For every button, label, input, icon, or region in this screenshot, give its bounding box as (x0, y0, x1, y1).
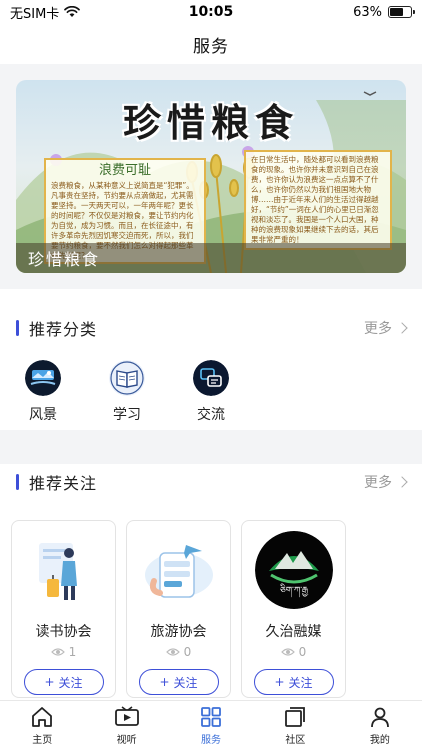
plus-icon: + (44, 675, 55, 689)
card-title: 旅游协会 (150, 624, 207, 640)
tab-services[interactable]: 服务 (169, 701, 253, 750)
category-list: 风景 学习 交流 (16, 360, 238, 424)
card-title: 读书协会 (35, 624, 92, 640)
view-count: 0 (183, 645, 192, 659)
view-count: 1 (68, 645, 77, 659)
card-views: 0 (165, 645, 192, 659)
section-title: 推荐分类 (29, 320, 98, 339)
category-item-exchange[interactable]: 交流 (184, 360, 238, 424)
eye-icon (50, 648, 65, 656)
section-title-group: 推荐关注 (16, 470, 97, 494)
chevron-right-icon (396, 476, 408, 488)
recommend-categories-header: 推荐分类 更多 (16, 316, 408, 340)
banner-carousel[interactable]: 珍惜粮食 浪费可耻 浪费粮食，从某种意义上说简直是“犯罪”。凡事贵在坚持，节约要… (16, 80, 406, 273)
follow-card-list: 读书协会 1 + 关注 旅游协会 0 + 关注 ཅིག་ཀ་རྒྱ 久治融媒 0… (11, 520, 346, 698)
category-label: 交流 (197, 407, 225, 423)
more-label: 更多 (364, 475, 392, 491)
follow-button[interactable]: + 关注 (138, 669, 219, 695)
plus-icon: + (274, 675, 285, 689)
category-item-landscape[interactable]: 风景 (16, 360, 70, 424)
category-label: 学习 (113, 407, 141, 423)
section-title-group: 推荐分类 (16, 316, 97, 340)
follow-label: 关注 (173, 675, 198, 690)
navigation-bar: 服务 (0, 24, 422, 64)
banner-note-heading: 浪费可耻 (98, 163, 151, 178)
battery-icon (387, 6, 415, 18)
card-views: 1 (50, 645, 77, 659)
grid-icon (201, 707, 221, 727)
follow-button[interactable]: + 关注 (23, 669, 104, 695)
book-icon (109, 360, 145, 396)
page-title: 服务 (193, 36, 229, 57)
eye-icon (280, 648, 295, 656)
battery-level (389, 8, 403, 16)
accent-bar (16, 474, 19, 490)
recommend-follow-header: 推荐关注 更多 (16, 470, 408, 494)
follow-card-jiuzhi-media[interactable]: ཅིག་ཀ་རྒྱ 久治融媒 0 + 关注 (241, 520, 346, 698)
status-time: 10:05 (188, 4, 234, 20)
jiuzhi-media-logo: ཅིག་ཀ་རྒྱ (254, 531, 333, 609)
tab-profile[interactable]: 我的 (338, 701, 422, 750)
accent-bar (16, 320, 19, 336)
follow-label: 关注 (288, 675, 313, 690)
status-right: 63% (292, 4, 415, 20)
plus-icon: + (159, 675, 170, 689)
more-categories-link[interactable]: 更多 (364, 318, 408, 338)
category-label: 风景 (29, 407, 57, 423)
tab-label: 视听 (116, 735, 137, 746)
travel-booking-illustration (139, 531, 218, 609)
status-left: 无SIM卡 (10, 3, 130, 22)
tab-label: 社区 (285, 735, 306, 746)
category-item-study[interactable]: 学习 (100, 360, 154, 424)
user-icon (370, 707, 389, 728)
tab-video[interactable]: 视听 (84, 701, 168, 750)
follow-card-travel-club[interactable]: 旅游协会 0 + 关注 (126, 520, 231, 698)
status-bar: 无SIM卡 10:05 63% (0, 0, 422, 24)
section-divider (0, 430, 422, 464)
follow-card-reading-club[interactable]: 读书协会 1 + 关注 (11, 520, 116, 698)
view-count: 0 (298, 645, 307, 659)
banner-caption: 珍惜粮食 (28, 250, 101, 269)
home-icon (32, 707, 53, 727)
banner-caption-bar: 珍惜粮食 (16, 243, 406, 273)
card-title: 久治融媒 (265, 624, 322, 640)
chat-icon (193, 360, 229, 396)
follow-label: 关注 (58, 675, 83, 690)
traveler-illustration (24, 531, 103, 609)
carrier-label: 无SIM卡 (10, 6, 60, 22)
follow-button[interactable]: + 关注 (253, 669, 334, 695)
banner-note-right-text: 在日常生活中，随处都可以看到浪费粮食的现象。也许你并未意识到自己在浪费，也许你认… (251, 155, 379, 244)
banner-headline: 珍惜粮食 (122, 100, 299, 145)
section-title: 推荐关注 (29, 474, 98, 493)
tab-label: 服务 (201, 735, 222, 746)
video-icon (114, 706, 139, 726)
wifi-icon (64, 6, 81, 17)
tab-community[interactable]: 社区 (253, 701, 337, 750)
eye-icon (165, 648, 180, 656)
more-follow-link[interactable]: 更多 (364, 472, 408, 492)
battery-percent: 63% (353, 4, 382, 20)
more-label: 更多 (364, 321, 392, 337)
banner-note-right: 在日常生活中，随处都可以看到浪费粮食的现象。也许你并未意识到自己在浪费，也许你认… (244, 150, 392, 250)
bottom-tab-bar: 主页 视听 服务 社区 我的 (0, 700, 422, 750)
chevron-right-icon (396, 322, 408, 334)
tab-home[interactable]: 主页 (0, 701, 84, 750)
card-views: 0 (280, 645, 307, 659)
tab-label: 我的 (369, 735, 390, 746)
logo-script: ཅིག་ཀ་རྒྱ (279, 583, 308, 598)
landscape-icon (25, 360, 61, 396)
community-icon (285, 707, 306, 727)
tab-label: 主页 (32, 735, 53, 746)
